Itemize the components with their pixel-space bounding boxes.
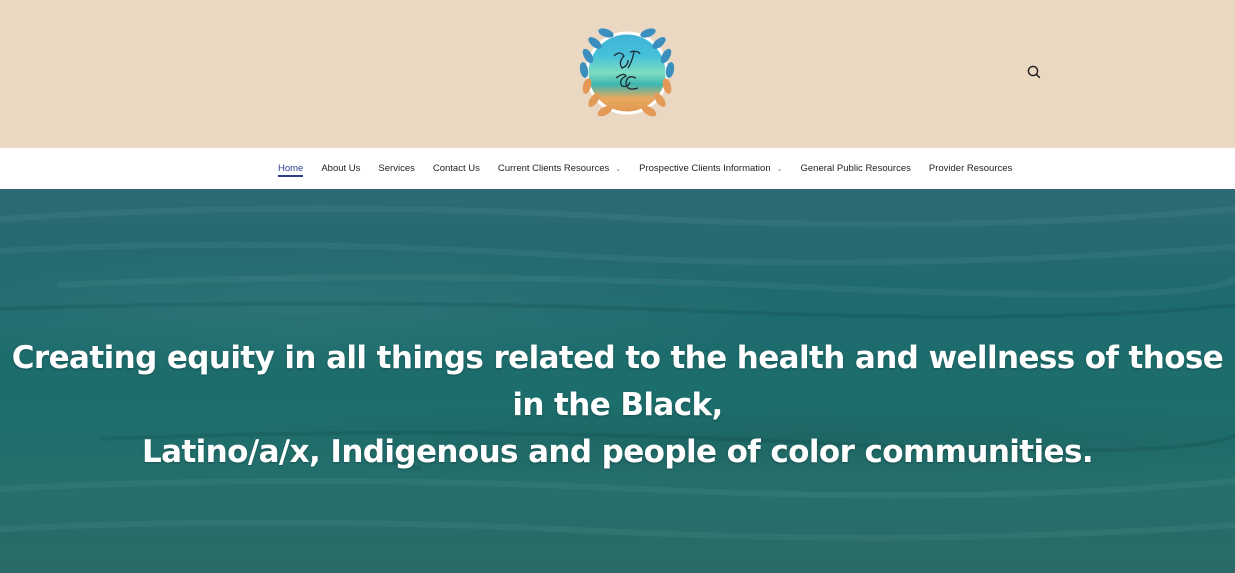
search-button[interactable] <box>1024 62 1044 82</box>
nav-item-label: Contact Us <box>432 163 480 174</box>
search-icon <box>1027 65 1041 79</box>
hero-heading: Creating equity in all things related to… <box>0 335 1235 476</box>
nav-item-label: Services <box>378 163 415 174</box>
logo-emblem-icon <box>579 28 675 117</box>
nav-item-contact-us[interactable]: Contact Us <box>433 148 480 189</box>
nav-item-current-clients-resources[interactable]: Current Clients Resources ⌄ <box>498 148 621 189</box>
nav-item-label: General Public Resources <box>800 163 911 174</box>
nav-item-provider-resources[interactable]: Provider Resources <box>929 148 1012 189</box>
nav-item-home[interactable]: Home <box>278 148 304 189</box>
nav-item-general-public-resources[interactable]: General Public Resources <box>801 148 911 189</box>
active-underline <box>278 175 304 177</box>
nav-item-services[interactable]: Services <box>378 148 414 189</box>
nav-item-prospective-clients-information[interactable]: Prospective Clients Information ⌄ <box>639 148 782 189</box>
site-logo[interactable] <box>570 16 684 130</box>
nav-item-about-us[interactable]: About Us <box>321 148 360 189</box>
nav-item-label: Prospective Clients Information <box>639 163 771 174</box>
nav-item-label: Current Clients Resources <box>497 163 610 174</box>
nav-item-label: Home <box>278 163 304 174</box>
nav-item-label: About Us <box>321 163 361 174</box>
nav-menu: Home About Us Services Contact Us Curren… <box>278 148 1030 189</box>
nav-item-label: Provider Resources <box>928 163 1013 174</box>
chevron-down-icon[interactable]: ⌄ <box>777 165 783 173</box>
hero-banner: Creating equity in all things related to… <box>0 189 1235 573</box>
main-navigation: Home About Us Services Contact Us Curren… <box>0 148 1235 190</box>
chevron-down-icon[interactable]: ⌄ <box>615 165 621 173</box>
hero-heading-line-1: Creating equity in all things related to… <box>11 340 1224 423</box>
hero-heading-line-2: Latino/a/x, Indigenous and people of col… <box>141 434 1094 470</box>
site-header <box>0 0 1235 148</box>
